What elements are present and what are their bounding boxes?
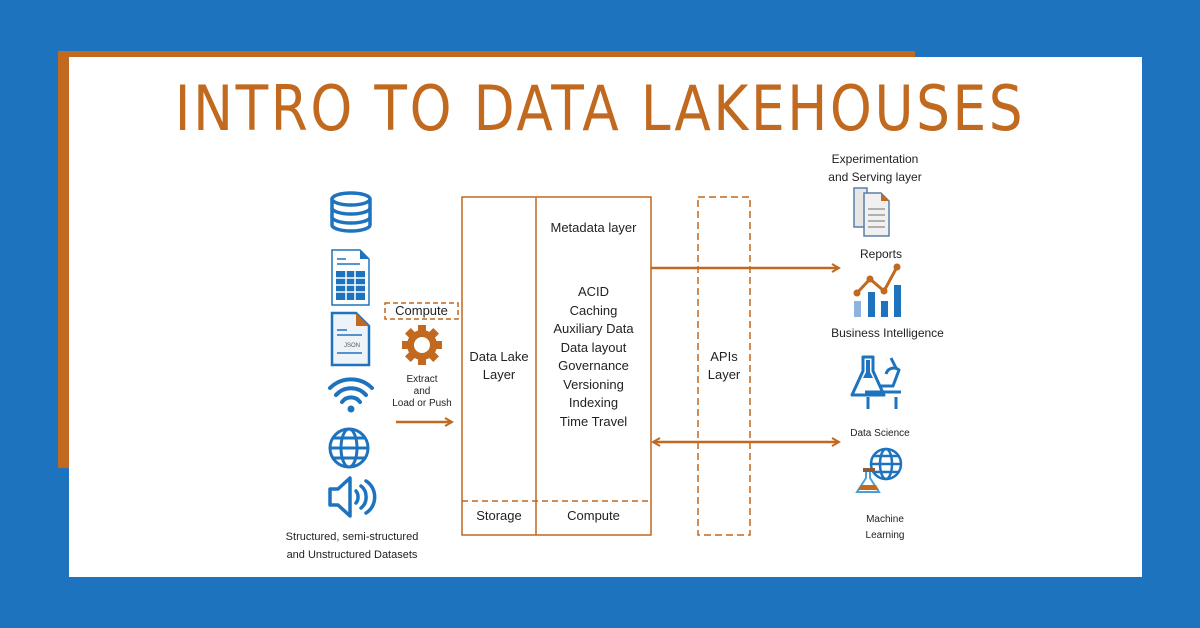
bi-chart-icon [853, 263, 901, 317]
speaker-icon [328, 476, 377, 518]
apis-layer-box [697, 196, 751, 536]
globe-icon [328, 427, 370, 469]
extract-line1: Extract [406, 374, 438, 385]
extract-line3: Load or Push [392, 398, 452, 409]
metadata-feature-item: Indexing [568, 395, 619, 410]
data-lake-line1: Data Lake [469, 349, 529, 364]
metadata-feature-item: Caching [569, 302, 618, 318]
metadata-feature-item: Versioning [563, 376, 624, 392]
metadata-feature-item: Auxiliary Data [553, 321, 634, 336]
apis-line2: Layer [707, 367, 741, 382]
serving-header-line2: and Serving layer [828, 170, 922, 184]
data-science-label: Data Science [850, 428, 910, 439]
ml-label-line1: Machine [866, 514, 904, 525]
data-science-icon [850, 355, 901, 409]
spreadsheet-icon [331, 249, 370, 306]
storage-label: Storage [476, 508, 522, 523]
gear-icon [402, 325, 442, 365]
sources-caption-line2: and Unstructured Datasets [286, 549, 418, 561]
metadata-feature-item: Data layout [560, 339, 627, 355]
sources-caption-line1: Structured, semi-structured [285, 531, 419, 543]
serving-header-line1: Experimentation [831, 152, 919, 166]
metadata-layer-title: Metadata layer [550, 220, 637, 235]
metadata-feature-item: Time Travel [559, 413, 628, 429]
json-label: JSON [344, 343, 360, 349]
bi-label: Business Intelligence [831, 326, 944, 340]
reports-icon [853, 187, 890, 237]
compute-label: Compute [395, 303, 448, 318]
metadata-feature-item: Governance [558, 358, 629, 373]
extract-line2: and [413, 386, 431, 397]
lakehouse-compute-label: Compute [567, 508, 620, 523]
database-icon [330, 191, 372, 233]
wifi-icon [328, 377, 374, 413]
metadata-features-list: ACID Caching Auxiliary Data Data layout Gove… [536, 283, 651, 431]
data-lake-line2: Layer [482, 367, 516, 382]
apis-line1: APIs [710, 349, 738, 364]
metadata-feature-item: ACID [577, 284, 610, 299]
machine-learning-icon [855, 447, 903, 493]
reports-label: Reports [859, 247, 903, 261]
json-file-icon: JSON [330, 311, 371, 367]
ml-label-line2: Learning [865, 530, 905, 541]
